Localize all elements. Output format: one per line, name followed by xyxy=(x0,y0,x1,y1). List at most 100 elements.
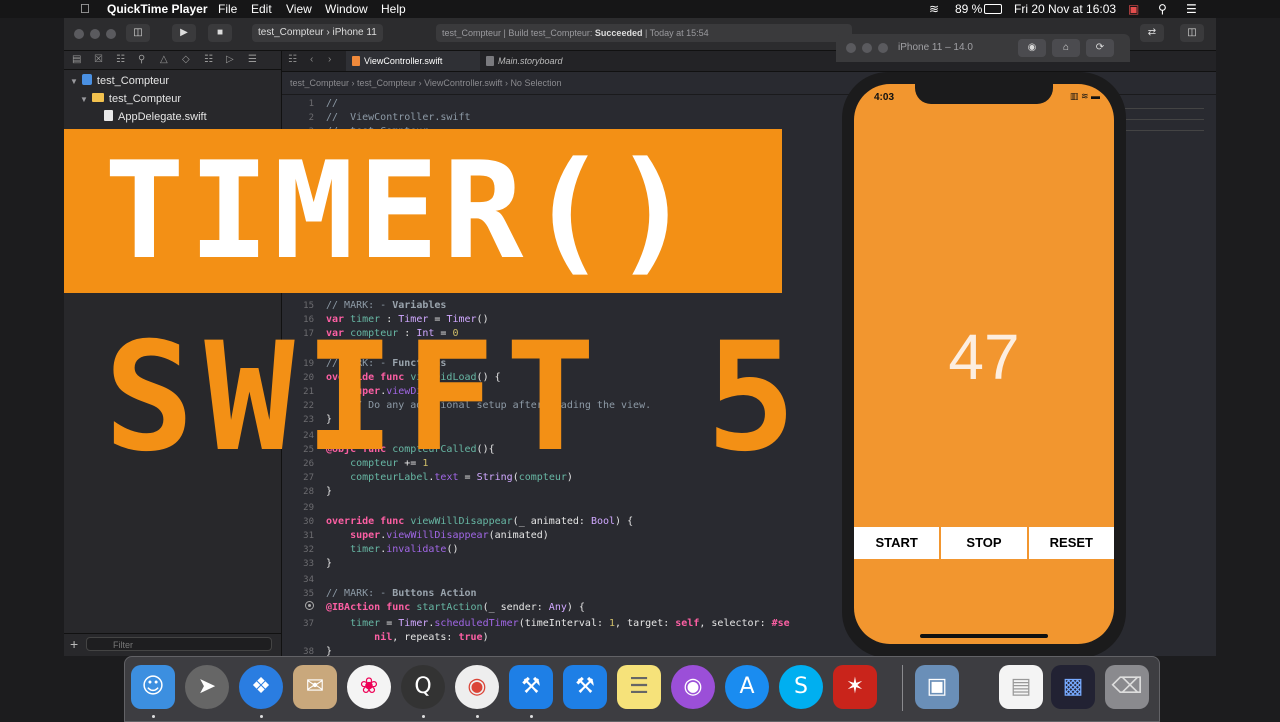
preview-mail-icon[interactable]: ✉ xyxy=(293,665,337,709)
stop-button[interactable]: STOP xyxy=(941,527,1027,559)
tab-label: ViewController.swift xyxy=(364,56,443,66)
menu-help[interactable]: Help xyxy=(381,2,406,16)
banner-title: TIMER() xyxy=(104,133,697,289)
pdf-document-icon[interactable]: ▤ xyxy=(999,665,1043,709)
activity-suffix: | Today at 15:54 xyxy=(642,28,709,38)
jumpbar-file[interactable]: ViewController.swift xyxy=(424,78,502,88)
trash-icon[interactable]: ⌫ xyxy=(1105,665,1149,709)
title-banner: TIMER() xyxy=(64,129,782,293)
battery-icon[interactable] xyxy=(984,4,1002,14)
tree-item-label: test_Compteur xyxy=(108,93,182,105)
notes-icon[interactable]: ☰ xyxy=(617,665,661,709)
stop-icon[interactable]: ■ xyxy=(208,24,232,42)
tab-viewcontroller[interactable]: ViewController.swift xyxy=(346,51,480,71)
quicktime-icon[interactable]: Q xyxy=(401,665,445,709)
screenshot-thumbnail-icon[interactable]: ▩ xyxy=(1051,665,1095,709)
battery-percent: 89 % xyxy=(955,2,983,16)
menu-file[interactable]: File xyxy=(218,2,237,16)
running-indicator xyxy=(422,715,425,718)
minimize-button[interactable] xyxy=(90,29,100,39)
back-icon[interactable]: ‹ xyxy=(310,54,313,65)
spotlight-icon[interactable]: ⚲ xyxy=(1158,2,1167,16)
menu-bar:  QuickTime Player File Edit View Window… xyxy=(0,0,1280,18)
record-icon[interactable]: ▣ xyxy=(1128,2,1139,16)
related-items-icon[interactable]: ☷ xyxy=(288,54,297,65)
tree-item-folder[interactable]: ▼ test_Compteur xyxy=(80,91,181,107)
app-screen: 4:03 ▥ ≋ ▬ 47 START STOP RESET xyxy=(854,84,1114,644)
inspector-section xyxy=(1114,98,1204,109)
wifi-icon[interactable]: ≋ xyxy=(929,2,939,16)
test-icon[interactable]: ◇ xyxy=(182,54,190,65)
find-icon[interactable]: ⚲ xyxy=(138,54,145,65)
menu-window[interactable]: Window xyxy=(325,2,368,16)
preview-icon[interactable]: ▣ xyxy=(915,665,959,709)
inspector-section xyxy=(1114,120,1204,131)
activity-view: test_Compteur | Build test_Compteur: Suc… xyxy=(436,24,852,42)
tab-storyboard[interactable]: Main.storyboard xyxy=(480,51,608,71)
menu-view[interactable]: View xyxy=(286,2,312,16)
filter-input[interactable]: Filter xyxy=(86,637,272,651)
sim-zoom-button[interactable] xyxy=(878,43,888,53)
reset-button[interactable]: RESET xyxy=(1028,527,1114,559)
clock[interactable]: Fri 20 Nov at 16:03 xyxy=(1014,2,1116,16)
photos-icon[interactable]: ❀ xyxy=(347,665,391,709)
battery-icon: ▬ xyxy=(1091,91,1100,101)
debug-icon[interactable]: ☷ xyxy=(204,54,213,65)
zoom-button[interactable] xyxy=(106,29,116,39)
breakpoint-icon[interactable]: ▷ xyxy=(226,54,234,65)
navigator-selector-bar: ▤ ☒ ☷ ⚲ △ ◇ ☷ ▷ ☰ xyxy=(64,51,281,70)
forward-icon[interactable]: › xyxy=(328,54,331,65)
xcode-icon[interactable]: ⚒ xyxy=(509,665,553,709)
iphone-device: 4:03 ▥ ≋ ▬ 47 START STOP RESET xyxy=(842,72,1126,658)
screenshot-icon[interactable]: ◉ xyxy=(1018,39,1046,57)
menu-app-name[interactable]: QuickTime Player xyxy=(107,2,208,16)
project-icon xyxy=(81,74,92,85)
apple-menu-icon[interactable]:  xyxy=(80,1,90,16)
signal-icon: ▥ xyxy=(1069,91,1079,101)
issue-icon[interactable]: △ xyxy=(160,54,168,65)
control-center-icon[interactable]: ☰ xyxy=(1186,2,1197,16)
start-button[interactable]: START xyxy=(854,527,940,559)
dock-separator xyxy=(902,665,903,711)
tree-item-file[interactable]: AppDelegate.swift xyxy=(104,109,207,125)
sidebar-toggle-icon[interactable]: ◫ xyxy=(126,24,150,42)
run-icon[interactable]: ▶ xyxy=(172,24,196,42)
connection-icon[interactable] xyxy=(305,601,314,610)
podcasts-icon[interactable]: ◉ xyxy=(671,665,715,709)
home-icon[interactable]: ⌂ xyxy=(1052,39,1080,57)
add-icon[interactable]: + xyxy=(70,636,78,652)
app-store-icon[interactable]: A xyxy=(725,665,769,709)
sim-minimize-button[interactable] xyxy=(862,43,872,53)
home-indicator[interactable] xyxy=(920,634,1048,638)
instruments-icon[interactable]: ⚒ xyxy=(563,665,607,709)
code-review-icon[interactable]: ⇄ xyxy=(1140,24,1164,42)
acrobat-icon[interactable]: ✶ xyxy=(833,665,877,709)
jumpbar-group[interactable]: test_Compteur xyxy=(357,78,416,88)
menu-edit[interactable]: Edit xyxy=(251,2,272,16)
jumpbar-selection[interactable]: No Selection xyxy=(510,78,561,88)
tree-item-project[interactable]: ▼ test_Compteur xyxy=(70,73,169,89)
activity-status: Succeeded xyxy=(594,28,643,38)
project-navigator-icon[interactable]: ▤ xyxy=(72,54,81,65)
wifi-icon: ≋ xyxy=(1080,91,1089,101)
button-row: START STOP RESET xyxy=(854,527,1114,559)
status-icons: ▥ ≋ ▬ xyxy=(1070,91,1100,102)
swift-file-icon xyxy=(352,56,360,66)
close-button[interactable] xyxy=(74,29,84,39)
source-control-icon[interactable]: ☒ xyxy=(94,54,103,65)
activity-prefix: test_Compteur | Build test_Compteur: xyxy=(442,28,595,38)
symbol-navigator-icon[interactable]: ☷ xyxy=(116,54,125,65)
skype-icon[interactable]: S xyxy=(779,665,823,709)
running-indicator xyxy=(152,715,155,718)
finder-icon[interactable]: ☺ xyxy=(131,665,175,709)
launchpad-icon[interactable]: ➤ xyxy=(185,665,229,709)
jumpbar-project[interactable]: test_Compteur xyxy=(290,78,349,88)
sim-close-button[interactable] xyxy=(846,43,856,53)
scheme-selector[interactable]: test_Compteur › iPhone 11 xyxy=(252,24,383,42)
chrome-icon[interactable]: ◉ xyxy=(455,665,499,709)
inspector-toggle-icon[interactable]: ◫ xyxy=(1180,24,1204,42)
safari-icon[interactable]: ❖ xyxy=(239,665,283,709)
storyboard-icon xyxy=(486,56,494,66)
rotate-icon[interactable]: ⟳ xyxy=(1086,39,1114,57)
report-icon[interactable]: ☰ xyxy=(248,54,257,65)
